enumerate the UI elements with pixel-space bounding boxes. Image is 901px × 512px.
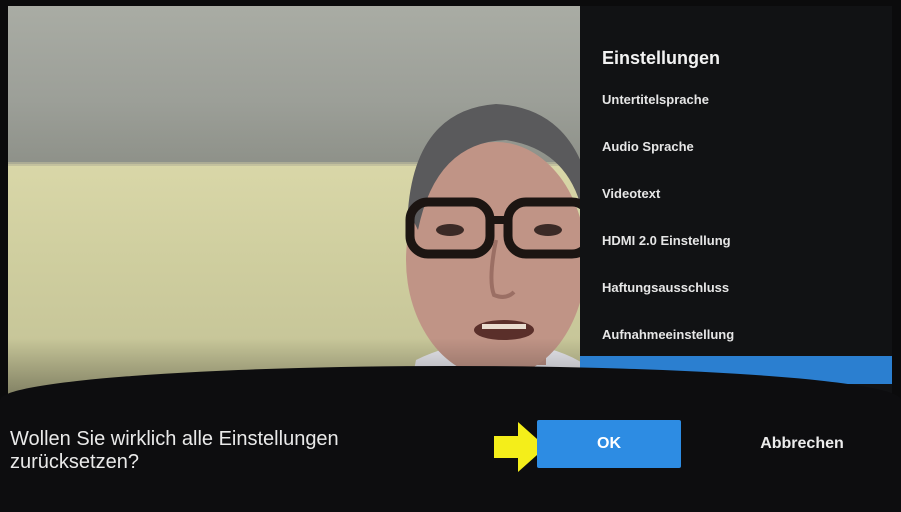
menu-item-videotext[interactable]: Videotext [602, 186, 660, 201]
ok-button[interactable]: OK [537, 420, 681, 468]
menu-item-hdmi-einstellung[interactable]: HDMI 2.0 Einstellung [602, 233, 731, 248]
cancel-button[interactable]: Abbrechen [742, 420, 862, 468]
dialog-question: Wollen Sie wirklich alle Einstellungen z… [10, 428, 430, 474]
menu-item-aufnahmeeinstellung[interactable]: Aufnahmeeinstellung [602, 327, 734, 342]
menu-item-untertitelsprache[interactable]: Untertitelsprache [602, 92, 709, 107]
settings-panel: Einstellungen Untertitelsprache Audio Sp… [580, 6, 892, 398]
dialog-question-line2: zurücksetzen? [10, 451, 139, 473]
panel-title: Einstellungen [602, 48, 721, 68]
menu-item-haftungsausschluss[interactable]: Haftungsausschluss [602, 280, 729, 295]
video-preview [8, 6, 580, 398]
menu-item-audio-sprache[interactable]: Audio Sprache [602, 139, 694, 154]
dialog-question-line1: Wollen Sie wirklich alle Einstellungen [10, 428, 339, 450]
